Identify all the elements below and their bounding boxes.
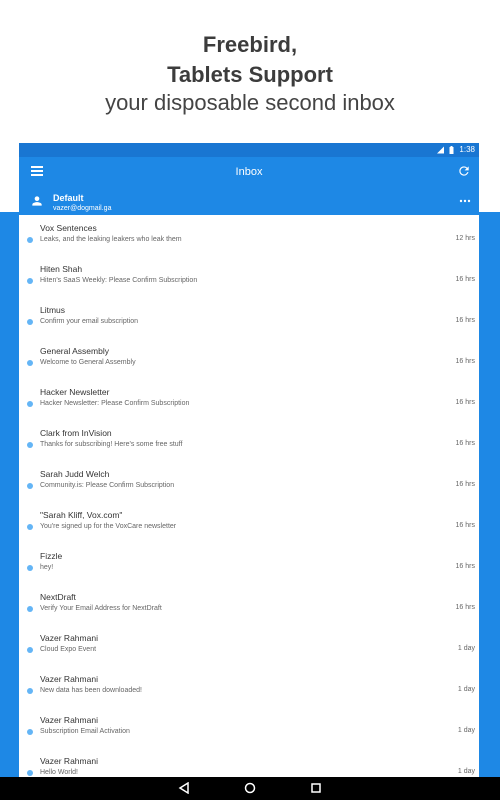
message-subject: Verify Your Email Address for NextDraft [40,605,162,612]
message-row[interactable]: Litmus Confirm your email subscription 16 … [19,297,479,338]
promo-title-line2: Tablets Support [167,62,333,87]
message-sender: Fizzle [40,551,63,561]
message-time: 16 hrs [455,481,475,488]
message-time: 16 hrs [455,276,475,283]
message-sender: Vazer Rahmani [40,756,98,766]
unread-dot-icon [27,729,33,735]
promo-title-line1: Freebird, [202,32,298,57]
message-subject: hey! [40,564,54,571]
message-sender: Vazer Rahmani [40,633,98,643]
battery-icon [449,145,454,154]
message-list: Vox Sentences Leaks, and the leaking leak… [19,215,479,777]
message-time: 1 day [457,645,475,652]
account-email: vazer@dogmail.ga [53,205,112,212]
message-sender: Sarah Judd Welch [40,469,110,479]
message-subject: Subscription Email Activation [40,728,130,735]
message-row[interactable]: Vazer Rahmani Cloud Expo Event 1 day [19,625,479,666]
promo-header: Freebird, Tablets Support your disposabl… [0,0,500,142]
message-row[interactable]: Vox Sentences Leaks, and the leaking leak… [19,215,479,256]
account-name: Default [53,193,84,203]
message-row[interactable]: Vazer Rahmani Hello World! 1 day [19,748,479,777]
message-time: 1 day [457,768,475,775]
unread-dot-icon [27,565,33,571]
message-row[interactable]: Hiten Shah Hiten's SaaS Weekly: Please Co… [19,256,479,297]
message-sender: "Sarah Kliff, Vox.com" [40,510,123,520]
message-time: 1 day [457,686,475,693]
account-header[interactable]: Default vazer@dogmail.ga [19,187,479,215]
home-circle-icon[interactable] [244,782,256,794]
message-sender: Clark from InVision [40,428,112,438]
message-subject: Confirm your email subscription [40,318,139,325]
message-row[interactable]: Clark from InVision Thanks for subscribin… [19,420,479,461]
message-row[interactable]: Vazer Rahmani New data has been downloade… [19,666,479,707]
message-subject: Hiten's SaaS Weekly: Please Confirm Subs… [40,277,198,284]
unread-dot-icon [27,483,33,489]
unread-dot-icon [27,647,33,653]
unread-dot-icon [27,442,33,448]
message-sender: Litmus [40,305,66,315]
message-time: 16 hrs [455,358,475,365]
unread-dot-icon [27,360,33,366]
status-bar: 1:38 [19,143,479,157]
message-subject: Thanks for subscribing! Here's some free… [40,441,183,448]
unread-dot-icon [27,319,33,325]
back-triangle-icon[interactable] [178,782,190,794]
message-time: 16 hrs [455,317,475,324]
message-sender: General Assembly [40,346,109,356]
unread-dot-icon [27,401,33,407]
message-subject: New data has been downloaded! [40,687,142,694]
more-horizontal-icon[interactable] [459,199,471,203]
unread-dot-icon [27,237,33,243]
message-row[interactable]: Fizzle hey! 16 hrs [19,543,479,584]
message-time: 16 hrs [455,563,475,570]
message-row[interactable]: Sarah Judd Welch Community.is: Please Con… [19,461,479,502]
recents-square-icon[interactable] [310,782,322,794]
message-subject: Welcome to General Assembly [40,359,136,366]
message-sender: Hacker Newsletter [40,387,110,397]
unread-dot-icon [27,278,33,284]
message-subject: Community.is: Please Confirm Subscriptio… [40,482,175,489]
wifi-icon [437,146,445,153]
refresh-icon[interactable] [457,164,471,178]
unread-dot-icon [27,770,33,776]
message-row[interactable]: "Sarah Kliff, Vox.com" You're signed up f… [19,502,479,543]
app-toolbar: Inbox [19,157,479,187]
message-subject: Hello World! [40,769,78,776]
message-time: 12 hrs [455,235,475,242]
unread-dot-icon [27,524,33,530]
message-sender: Vazer Rahmani [40,715,98,725]
status-time: 1:38 [459,145,475,154]
message-row[interactable]: Hacker Newsletter Hacker Newsletter: Plea… [19,379,479,420]
message-time: 16 hrs [455,522,475,529]
message-row[interactable]: NextDraft Verify Your Email Address for N… [19,584,479,625]
android-nav-bar [0,777,500,800]
promo-tagline: your disposable second inbox [105,90,395,115]
message-subject: Leaks, and the leaking leakers who leak … [40,236,182,243]
message-time: 16 hrs [455,440,475,447]
message-time: 16 hrs [455,604,475,611]
message-sender: NextDraft [40,592,76,602]
unread-dot-icon [27,606,33,612]
message-subject: Hacker Newsletter: Please Confirm Subscr… [40,400,190,407]
message-sender: Vox Sentences [40,223,97,233]
toolbar-title: Inbox [235,166,263,178]
tablet-screen: 1:38 Inbox Default vazer@dogmail.ga Vox … [19,143,479,777]
message-subject: You're signed up for the VoxCare newslet… [40,523,177,530]
message-time: 1 day [457,727,475,734]
message-time: 16 hrs [455,399,475,406]
message-row[interactable]: Vazer Rahmani Subscription Email Activati… [19,707,479,748]
message-sender: Vazer Rahmani [40,674,98,684]
message-sender: Hiten Shah [40,264,83,274]
message-row[interactable]: General Assembly Welcome to General Assem… [19,338,479,379]
message-subject: Cloud Expo Event [40,646,97,653]
person-icon [32,196,42,206]
unread-dot-icon [27,688,33,694]
